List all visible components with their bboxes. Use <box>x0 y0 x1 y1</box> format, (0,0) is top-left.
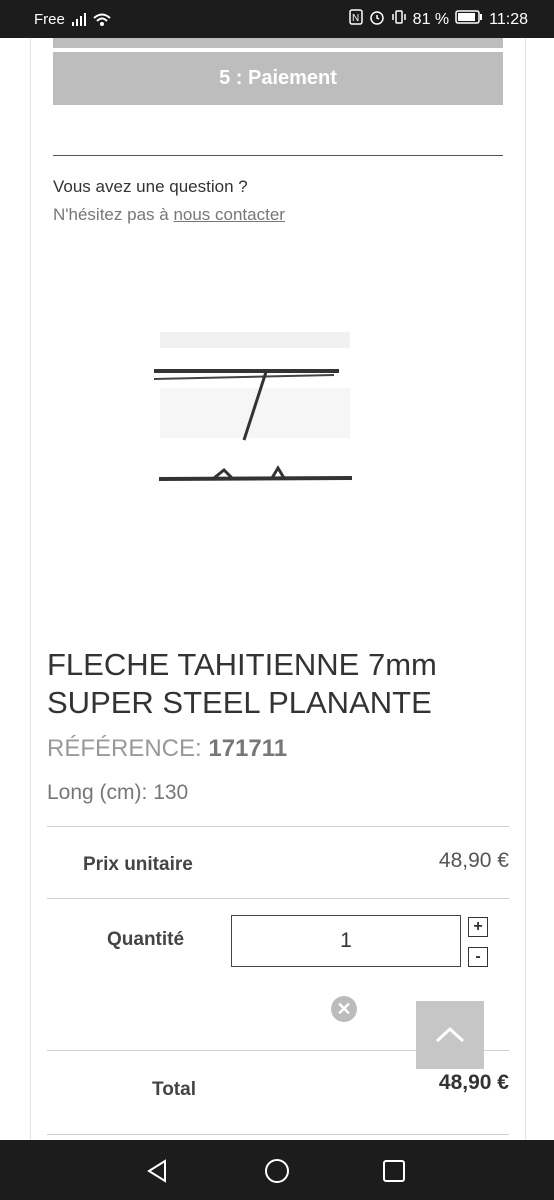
back-nav-icon[interactable] <box>145 1158 171 1184</box>
clock: 11:28 <box>489 10 528 28</box>
total-value: 48,90 € <box>438 1071 509 1094</box>
navigation-bar <box>0 1140 554 1200</box>
remove-item-icon[interactable]: ✕ <box>331 996 357 1022</box>
status-bar: Free N 81 % 11:28 <box>0 0 554 38</box>
checkout-step-previous[interactable] <box>53 38 503 48</box>
row-divider <box>47 1134 509 1135</box>
nfc-icon: N <box>348 9 363 30</box>
divider <box>53 155 503 156</box>
reference-label: RÉFÉRENCE: <box>47 735 202 762</box>
quantity-increase-button[interactable]: + <box>468 917 488 937</box>
chevron-up-icon <box>435 1026 465 1043</box>
product-image <box>153 328 354 528</box>
product-reference: RÉFÉRENCE: 171711 <box>47 735 287 763</box>
help-question: Vous avez une question ? <box>53 177 248 196</box>
checkout-step-payment[interactable]: 5 : Paiement <box>53 52 503 105</box>
reference-value: 171711 <box>208 735 288 762</box>
back-to-top-button[interactable] <box>416 1001 484 1069</box>
total-label: Total <box>152 1079 196 1100</box>
vibrate-icon <box>391 9 407 30</box>
carrier-label: Free <box>34 11 65 28</box>
alarm-icon <box>369 9 385 30</box>
status-right: N 81 % 11:28 <box>348 9 528 30</box>
product-title: FLECHE TAHITIENNE 7mm SUPER STEEL PLANAN… <box>47 647 437 720</box>
quantity-label: Quantité <box>107 929 185 950</box>
recents-nav-icon[interactable] <box>382 1159 406 1183</box>
unit-price-label: Prix unitaire <box>83 854 193 875</box>
signal-wifi-icon <box>72 10 112 32</box>
contact-link[interactable]: nous contacter <box>173 205 285 224</box>
unit-price-value: 48,90 € <box>438 849 509 872</box>
help-contact-prefix: N'hésitez pas à <box>53 205 169 224</box>
battery-percent: 81 % <box>412 10 450 28</box>
row-divider <box>47 898 509 899</box>
quantity-input[interactable]: 1 <box>231 915 461 967</box>
row-divider <box>47 826 509 827</box>
svg-text:N: N <box>352 13 359 24</box>
battery-icon <box>455 10 483 29</box>
help-contact: N'hésitez pas à nous contacter <box>53 205 285 225</box>
home-nav-icon[interactable] <box>263 1157 291 1185</box>
product-option: Long (cm): 130 <box>47 781 189 804</box>
quantity-decrease-button[interactable]: - <box>468 947 488 967</box>
page-content: 5 : Paiement Vous avez une question ? N'… <box>30 38 526 1140</box>
